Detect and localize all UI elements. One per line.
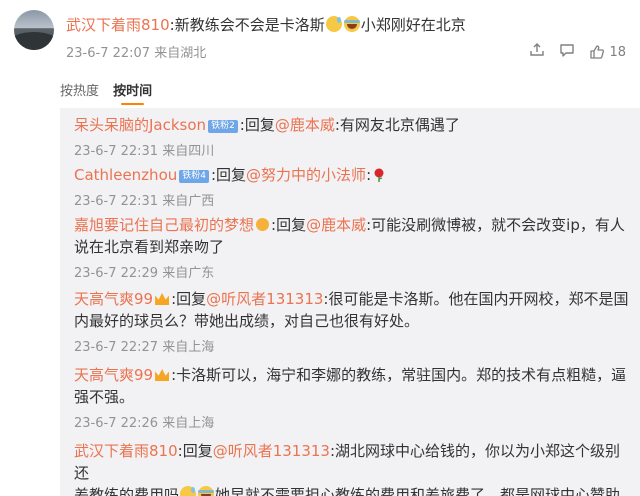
reply-prefix: :回复: [239, 116, 275, 134]
vip-badge-icon: [256, 218, 270, 231]
reply-prefix: :回复: [171, 290, 207, 308]
crown-badge-icon: [155, 293, 170, 305]
reply-item: 武汉下着雨810:回复@听风者131313:湖北网球中心给钱的，你以为小郑这个级…: [74, 440, 630, 496]
main-comment-body: :新教练会不会是卡洛斯: [169, 16, 325, 34]
reply-body-tail: 她早就不需要担心教练的费用和差旅费了，都是网球中心赞助: [215, 486, 621, 496]
main-comment-username[interactable]: 武汉下着雨810: [66, 16, 170, 34]
avatar[interactable]: [14, 10, 54, 50]
rose-emoji-icon: [374, 168, 384, 182]
reply-body: :可能没刷微博被，就不会改变ip，有人: [366, 216, 625, 234]
reply-location: 来自上海: [162, 416, 215, 431]
reply-mention[interactable]: @鹿本威: [275, 116, 335, 134]
reply-date: 23-6-7 22:27: [74, 340, 159, 355]
laugh-cry-emoji-icon: [198, 486, 215, 496]
reply-item: 嘉旭要记住自己最初的梦想 :回复@鹿本威:可能没刷微博被，就不会改变ip，有人 说…: [74, 214, 630, 281]
reply-username[interactable]: 武汉下着雨810: [74, 442, 178, 460]
reply-item: 天高气爽99 :回复@听风者131313:很可能是卡洛斯。他在国内开网校，郑不是国…: [74, 288, 630, 355]
reply-mention[interactable]: @听风者131313: [213, 442, 330, 460]
reply-body-continued: 说在北京看到郑亲吻了: [74, 238, 225, 256]
reply-location: 来自广东: [162, 266, 215, 281]
sort-by-time-tab[interactable]: 按时间: [113, 84, 152, 99]
sweat-smile-emoji-icon: [325, 16, 342, 32]
reply-date: 23-6-7 22:29: [74, 266, 159, 281]
like-icon: [590, 45, 605, 59]
main-comment-text: 武汉下着雨810:新教练会不会是卡洛斯 小郑刚好在北京: [66, 14, 466, 35]
reply-location: 来自上海: [162, 340, 215, 355]
reply-body: :很可能是卡洛斯。他在国内开网校，郑不是国: [323, 290, 629, 308]
reply-mention[interactable]: @听风者131313: [206, 290, 323, 308]
reply-username[interactable]: 嘉旭要记住自己最初的梦想: [74, 216, 254, 234]
reply-body-continued: 差教练的费用吗: [74, 486, 180, 496]
reply-username[interactable]: 呆头呆脑的Jackson: [74, 116, 206, 134]
reply-body: :: [366, 166, 372, 184]
main-comment-date: 23-6-7 22:07: [66, 46, 151, 61]
reply-username[interactable]: 天高气爽99: [74, 366, 153, 384]
reply-username[interactable]: 天高气爽99: [74, 290, 153, 308]
crown-badge-icon: [155, 369, 170, 381]
reply-item: Cathleenzhou 铁粉4:回复@努力中的小法师: 23-6-7 22:31…: [74, 164, 630, 209]
reply-prefix: :回复: [271, 216, 307, 234]
laugh-cry-emoji-icon: [343, 16, 360, 32]
sort-bar: 按热度 按时间: [60, 80, 152, 99]
like-count: 18: [609, 44, 626, 60]
reply-body-continued: 内最好的球员么？带她出成绩，对自己也很有好处。: [74, 312, 420, 330]
main-comment: 武汉下着雨810:新教练会不会是卡洛斯 小郑刚好在北京 23-6-7 22:07 …: [0, 0, 640, 72]
reply-body: :有网友北京偶遇了: [334, 116, 460, 134]
reply-location: 来自四川: [162, 144, 215, 159]
reply-body-continued: 强不强。: [74, 388, 135, 406]
reply-username[interactable]: Cathleenzhou: [74, 166, 177, 184]
main-comment-body-end: 小郑刚好在北京: [360, 16, 466, 34]
fan-badge: 铁粉2: [208, 120, 238, 133]
reply-item: 天高气爽99 :卡洛斯可以，海宁和李娜的教练，常驻国内。郑的技术有点粗糙，逼 强不…: [74, 364, 630, 431]
reply-prefix: :回复: [177, 442, 213, 460]
main-comment-location: 来自湖北: [154, 46, 207, 61]
sweat-smile-emoji-icon: [180, 486, 197, 496]
reply-body: :卡洛斯可以，海宁和李娜的教练，常驻国内。郑的技术有点粗糙，逼: [171, 366, 627, 384]
reply-date: 23-6-7 22:31: [74, 144, 159, 159]
replies-panel: 呆头呆脑的Jackson 铁粉2:回复@鹿本威:有网友北京偶遇了 23-6-7 2…: [60, 108, 640, 496]
reply-mention[interactable]: @努力中的小法师: [246, 166, 366, 184]
main-comment-actions: 18: [529, 42, 626, 62]
sort-by-hot-tab[interactable]: 按热度: [60, 84, 99, 99]
like-button[interactable]: 18: [589, 44, 626, 60]
reply-date: 23-6-7 22:26: [74, 416, 159, 431]
share-icon[interactable]: [529, 42, 545, 62]
reply-date: 23-6-7 22:31: [74, 194, 159, 209]
reply-location: 来自广西: [162, 194, 215, 209]
main-comment-meta: 23-6-7 22:07 来自湖北: [66, 42, 206, 61]
reply-mention[interactable]: @鹿本威: [306, 216, 366, 234]
reply-prefix: :回复: [210, 166, 247, 184]
comment-icon[interactable]: [559, 42, 575, 62]
reply-item: 呆头呆脑的Jackson 铁粉2:回复@鹿本威:有网友北京偶遇了 23-6-7 2…: [74, 114, 630, 159]
fan-badge: 铁粉4: [179, 170, 209, 183]
